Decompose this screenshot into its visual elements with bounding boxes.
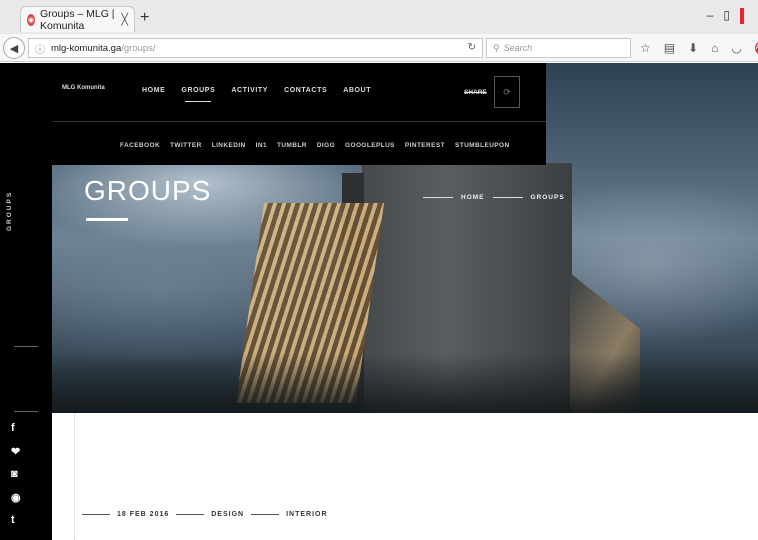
breadcrumb: HOME GROUPS — [423, 194, 565, 201]
search-input[interactable]: ⚲ Search — [486, 38, 631, 58]
toolbar-icons: ☆ ▤ ⬇ ⌂ ◡ ABP — [640, 41, 758, 55]
star-icon[interactable]: ☆ — [640, 41, 651, 55]
post-date: 18 FEB 2016 — [117, 511, 170, 518]
vertical-section-label: GROUPS — [6, 190, 13, 231]
url-path: /groups/ — [121, 42, 156, 54]
url-bar[interactable]: ⓘ mlg-komunita.ga/groups/ ↻ — [28, 38, 483, 58]
tumblr-icon[interactable]: t — [0, 514, 52, 526]
browser-nav-bar: ◀ ⓘ mlg-komunita.ga/groups/ ↻ ⚲ Search ☆… — [0, 34, 758, 62]
menu-groups[interactable]: GROUPS — [181, 87, 215, 102]
info-icon[interactable]: ⓘ — [35, 41, 45, 56]
post-tag[interactable]: INTERIOR — [286, 511, 327, 518]
site-favicon-icon: ◉ — [27, 13, 36, 26]
main-menu: HOME GROUPS ACTIVITY CONTACTS ABOUT — [142, 87, 371, 102]
download-icon[interactable]: ⬇ — [688, 41, 698, 55]
title-underline — [86, 218, 128, 221]
post-meta: 18 FEB 2016 DESIGN INTERIOR — [82, 511, 328, 518]
minimize-button[interactable]: – — [707, 8, 714, 24]
window-controls: – ▯ — [707, 8, 744, 24]
left-sidebar: GROUPS f ❤ ◙ ◉ t — [0, 63, 52, 540]
site-logo[interactable]: MLG Komunita — [62, 85, 105, 91]
share-facebook[interactable]: FACEBOOK — [120, 142, 160, 149]
breadcrumb-home[interactable]: HOME — [461, 194, 485, 201]
url-host: mlg-komunita.ga — [51, 42, 122, 54]
share-digg[interactable]: DIGG — [317, 142, 335, 149]
site-header: MLG Komunita HOME GROUPS ACTIVITY CONTAC… — [52, 63, 546, 165]
share-tumblr[interactable]: TUMBLR — [277, 142, 307, 149]
reading-list-icon[interactable]: ▤ — [664, 41, 675, 55]
share-twitter[interactable]: TWITTER — [170, 142, 202, 149]
share-in1[interactable]: IN1 — [256, 142, 267, 149]
browser-tab-bar: ◉ Groups – MLG | Komunita ╳ + – ▯ — [0, 0, 758, 34]
reload-icon[interactable]: ↻ — [468, 42, 476, 53]
share-links: FACEBOOK TWITTER LINKEDIN IN1 TUMBLR DIG… — [120, 142, 510, 149]
back-icon[interactable]: ◀ — [3, 37, 25, 59]
share-pinterest[interactable]: PINTEREST — [405, 142, 445, 149]
tab-title: Groups – MLG | Komunita — [40, 7, 115, 32]
menu-home[interactable]: HOME — [142, 87, 165, 94]
instagram-icon[interactable]: ◙ — [0, 468, 52, 480]
search-placeholder: Search — [503, 43, 533, 53]
page: GROUPS f ❤ ◙ ◉ t MLG Komunita HOME GROUP… — [0, 63, 758, 540]
restore-button[interactable]: ▯ — [723, 8, 730, 24]
tab-close-icon[interactable]: ╳ — [121, 13, 128, 26]
post-category[interactable]: DESIGN — [211, 511, 244, 518]
facebook-icon[interactable]: f — [0, 422, 52, 434]
share-icon[interactable]: ⟳ — [494, 76, 520, 108]
menu-contacts[interactable]: CONTACTS — [284, 87, 327, 94]
share-googleplus[interactable]: GOOGLEPLUS — [345, 142, 395, 149]
menu-activity[interactable]: ACTIVITY — [231, 87, 268, 94]
search-icon: ⚲ — [493, 42, 500, 53]
share-stumbleupon[interactable]: STUMBLEUPON — [455, 142, 510, 149]
twitter-icon[interactable]: ❤ — [0, 445, 52, 458]
new-tab-button[interactable]: + — [140, 9, 149, 27]
share-linkedin[interactable]: LINKEDIN — [212, 142, 246, 149]
pinterest-icon[interactable]: ◉ — [0, 491, 52, 504]
home-icon[interactable]: ⌂ — [711, 41, 718, 55]
menu-about[interactable]: ABOUT — [343, 87, 371, 94]
breadcrumb-current: GROUPS — [530, 194, 565, 201]
pocket-icon[interactable]: ◡ — [731, 41, 741, 55]
page-title: GROUPS — [84, 175, 212, 206]
close-window-button[interactable] — [740, 8, 744, 24]
browser-tab[interactable]: ◉ Groups – MLG | Komunita ╳ — [20, 6, 135, 32]
share-label: SHARE — [464, 89, 487, 96]
